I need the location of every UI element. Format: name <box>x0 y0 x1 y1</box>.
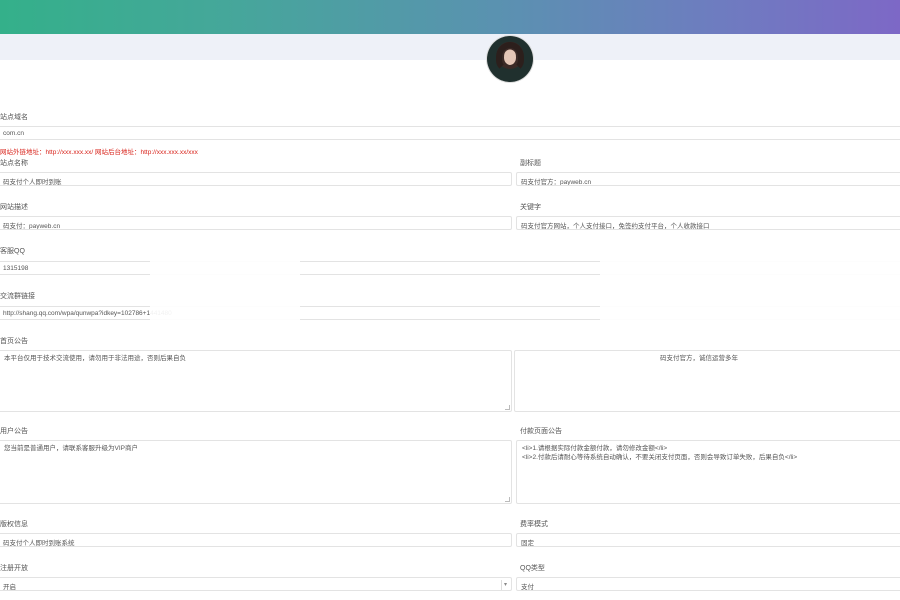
header-gradient-bar <box>0 0 900 34</box>
popup-notice-textarea[interactable]: 本平台仅用于技术交流使用，请勿用于非法用途，否则后果自负 <box>0 350 512 412</box>
site-url-input[interactable]: com.cn <box>0 126 900 140</box>
fade-overlay <box>600 240 900 350</box>
user-notice-label: 用户公告 <box>0 428 28 435</box>
site-url-label: 站点域名 <box>0 114 28 121</box>
pay-notice-textarea[interactable]: <li>1.请根据实际付款金额付款，请勿修改金额</li> <li>2.付款后请… <box>516 440 900 504</box>
popup-notice-right-text: 码支付官方，诚信运营多年 <box>660 355 738 362</box>
resize-handle-icon[interactable] <box>505 497 510 502</box>
chevron-down-icon[interactable]: ▾ <box>501 580 509 590</box>
qq-type-select[interactable]: 支付 <box>516 577 900 591</box>
user-notice-textarea[interactable]: 您当前是普通用户，请联系客服升级为VIP商户 <box>0 440 512 504</box>
avatar-face <box>504 50 516 65</box>
qq-link-label: 交流群链接 <box>0 293 35 300</box>
qq-type-label: QQ类型 <box>520 565 545 572</box>
pay-notice-line-2: <li>2.付款后请耐心等待系统自动确认，不要关闭支付页面，否则会导致订单失败，… <box>522 454 798 461</box>
popup-notice-text: 本平台仅用于技术交流使用，请勿用于非法用途，否则后果自负 <box>4 355 186 362</box>
pay-notice-line-1: <li>1.请根据实际付款金额付款，请勿修改金额</li> <box>522 445 668 452</box>
user-notice-text: 您当前是普通用户，请联系客服升级为VIP商户 <box>4 445 138 452</box>
notice-text: 网站外链地址：http://xxx.xxx.xx/ 网站后台地址：http://… <box>0 149 198 156</box>
qq-label: 客服QQ <box>0 248 25 255</box>
keywords-label: 关键字 <box>520 204 541 211</box>
keywords-input[interactable]: 码支付官方网站，个人支付接口，免签约支付平台，个人收款接口 <box>516 216 900 230</box>
site-name-label: 站点名称 <box>0 160 28 167</box>
fee-label: 费率模式 <box>520 521 548 528</box>
description-input[interactable]: 码支付：payweb.cn <box>0 216 512 230</box>
login-select-value: 开启 <box>3 584 16 591</box>
popup-notice-label: 首页公告 <box>0 338 28 345</box>
copyright-input[interactable]: 码支付个人即时到账系统 <box>0 533 512 547</box>
login-label: 注册开放 <box>0 565 28 572</box>
copyright-label: 版权信息 <box>0 521 28 528</box>
subtitle-input[interactable]: 码支付官方：payweb.cn <box>516 172 900 186</box>
header-sub-bar <box>0 34 900 60</box>
avatar[interactable] <box>487 36 533 82</box>
resize-handle-icon[interactable] <box>505 405 510 410</box>
fade-overlay <box>150 255 300 350</box>
subtitle-label: 副标题 <box>520 160 541 167</box>
popup-notice-right-textarea[interactable]: 码支付官方，诚信运营多年 <box>514 350 900 412</box>
description-label: 网站描述 <box>0 204 28 211</box>
pay-notice-label: 付款页面公告 <box>520 428 562 435</box>
fee-input[interactable]: 固定 <box>516 533 900 547</box>
login-select[interactable]: 开启 ▾ <box>0 577 512 591</box>
site-name-input[interactable]: 码支付个人即时到账 <box>0 172 512 186</box>
